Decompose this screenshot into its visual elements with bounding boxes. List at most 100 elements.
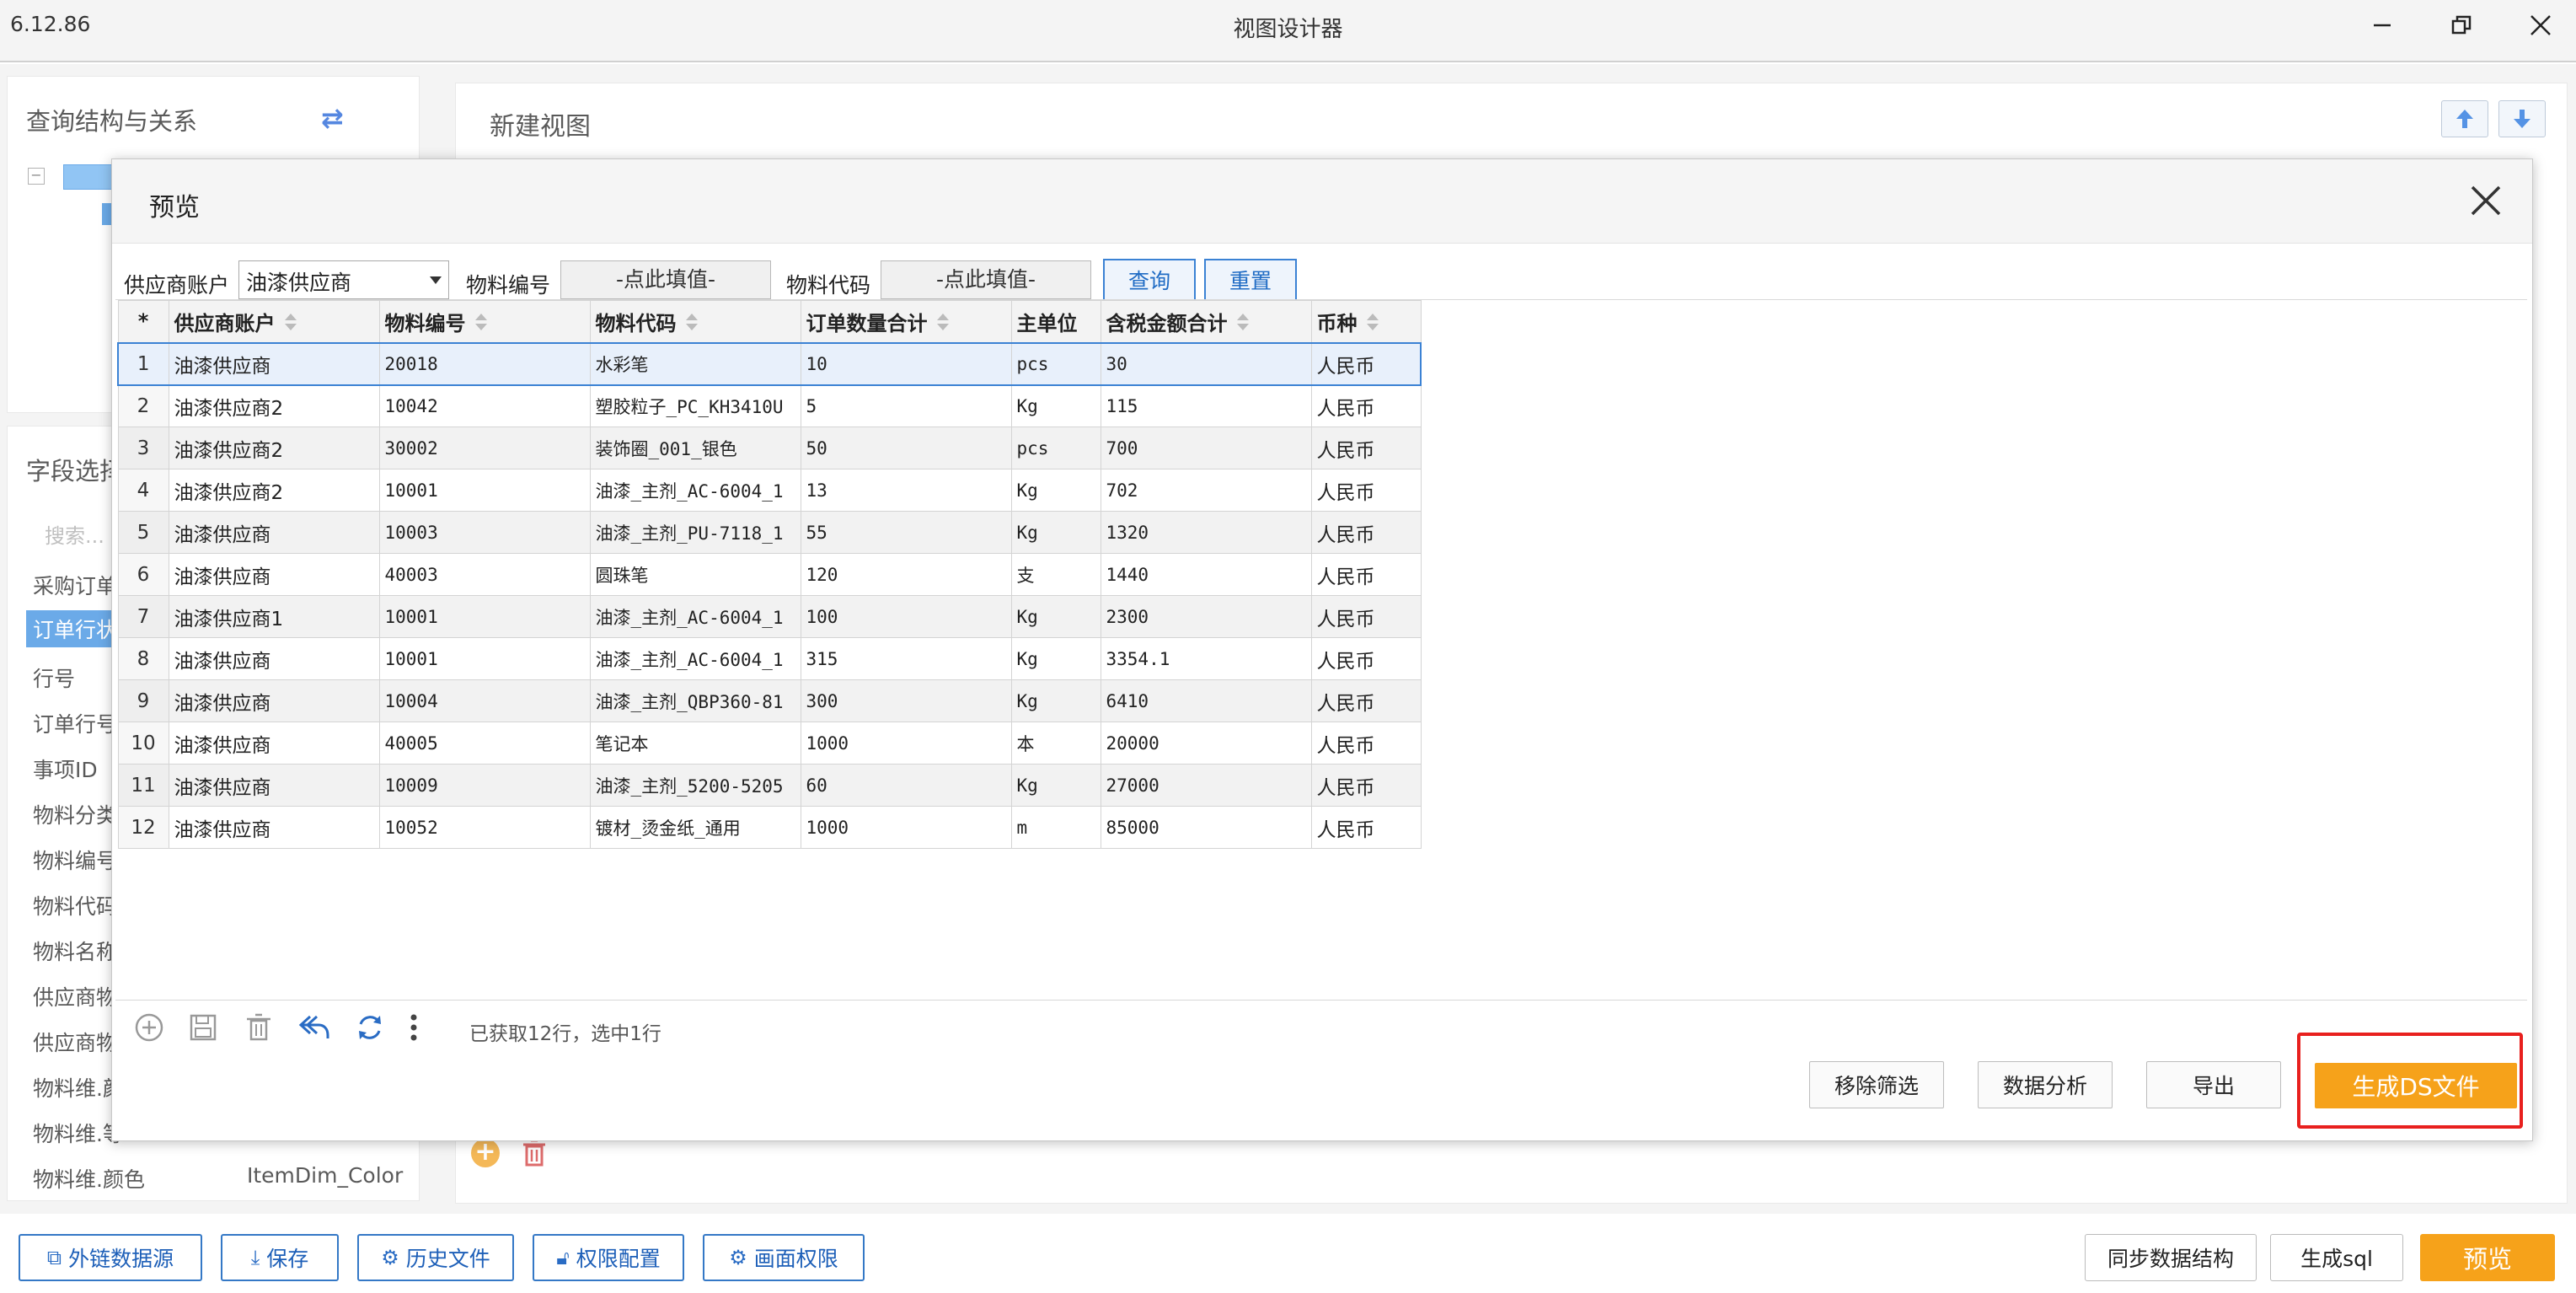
- table-cell[interactable]: m: [1010, 806, 1101, 849]
- table-cell[interactable]: 油漆供应商: [168, 511, 380, 554]
- table-cell[interactable]: 油漆_主剂_AC-6004_1: [589, 469, 801, 512]
- table-cell[interactable]: 油漆供应商: [168, 722, 380, 765]
- more-icon[interactable]: [402, 1011, 426, 1044]
- table-cell[interactable]: 10001: [378, 469, 591, 512]
- table-cell[interactable]: 10004: [378, 679, 591, 722]
- table-row[interactable]: 9 油漆供应商 10004 油漆_主剂_QBP360-81 300 Kg 6410 人民币: [117, 679, 1422, 722]
- table-cell[interactable]: 油漆_主剂_5200-5205: [589, 764, 801, 807]
- table-cell[interactable]: 1000: [800, 722, 1012, 765]
- row-index-cell[interactable]: 11: [117, 764, 169, 807]
- supplier-select[interactable]: 油漆供应商: [238, 260, 449, 299]
- sort-icon[interactable]: [936, 313, 950, 336]
- table-cell[interactable]: Kg: [1010, 764, 1101, 807]
- table-row[interactable]: 2 油漆供应商2 10042 塑胶粒子_PC_KH3410U 5 Kg 115 人民币: [117, 384, 1422, 427]
- table-cell[interactable]: 13: [800, 469, 1012, 512]
- table-cell[interactable]: Kg: [1010, 679, 1101, 722]
- undo-icon[interactable]: [297, 1011, 331, 1044]
- table-cell[interactable]: 100: [800, 595, 1012, 638]
- table-cell[interactable]: 10: [800, 341, 1012, 386]
- row-index-cell[interactable]: 8: [117, 637, 169, 680]
- table-row[interactable]: 10 油漆供应商 40005 笔记本 1000 本 20000 人民币: [117, 722, 1422, 765]
- column-header[interactable]: 物料编号: [378, 300, 591, 343]
- table-cell[interactable]: 702: [1100, 469, 1312, 512]
- table-cell[interactable]: Kg: [1010, 595, 1101, 638]
- table-cell[interactable]: 圆珠笔: [589, 553, 801, 596]
- table-cell[interactable]: 10003: [378, 511, 591, 554]
- permission-config-button[interactable]: 🔓︎ 权限配置: [533, 1234, 684, 1281]
- sort-icon[interactable]: [685, 313, 699, 336]
- table-row[interactable]: 5 油漆供应商 10003 油漆_主剂_PU-7118_1 55 Kg 1320 人民币: [117, 511, 1422, 554]
- table-cell[interactable]: 30: [1100, 341, 1312, 386]
- restore-button[interactable]: [2430, 0, 2493, 51]
- table-cell[interactable]: 10009: [378, 764, 591, 807]
- column-header[interactable]: 供应商账户: [168, 300, 380, 343]
- table-cell[interactable]: Kg: [1010, 384, 1101, 427]
- table-cell[interactable]: 人民币: [1310, 679, 1422, 722]
- column-header[interactable]: 订单数量合计: [800, 300, 1012, 343]
- table-cell[interactable]: 3354.1: [1100, 637, 1312, 680]
- screen-permission-button[interactable]: ⚙ 画面权限: [703, 1234, 865, 1281]
- row-index-cell[interactable]: 4: [117, 469, 169, 512]
- table-cell[interactable]: 人民币: [1310, 637, 1422, 680]
- table-cell[interactable]: 油漆供应商2: [168, 384, 380, 427]
- close-window-button[interactable]: [2509, 0, 2572, 51]
- table-cell[interactable]: 油漆_主剂_QBP360-81: [589, 679, 801, 722]
- table-cell[interactable]: 2300: [1100, 595, 1312, 638]
- table-cell[interactable]: Kg: [1010, 469, 1101, 512]
- table-cell[interactable]: 水彩笔: [589, 341, 801, 386]
- table-cell[interactable]: 笔记本: [589, 722, 801, 765]
- table-row[interactable]: 1 油漆供应商 20018 水彩笔 10 pcs 30 人民币: [117, 341, 1422, 386]
- table-cell[interactable]: 人民币: [1310, 384, 1422, 427]
- sync-structure-button[interactable]: 同步数据结构: [2085, 1234, 2257, 1281]
- table-cell[interactable]: 6410: [1100, 679, 1312, 722]
- query-button[interactable]: 查询: [1103, 259, 1196, 301]
- export-button[interactable]: 导出: [2146, 1061, 2281, 1108]
- table-cell[interactable]: 人民币: [1310, 511, 1422, 554]
- table-cell[interactable]: 本: [1010, 722, 1101, 765]
- table-row[interactable]: 3 油漆供应商2 30002 装饰圈_001_银色 50 pcs 700 人民币: [117, 427, 1422, 469]
- table-cell[interactable]: 30002: [378, 427, 591, 469]
- generate-sql-button[interactable]: 生成sql: [2270, 1234, 2403, 1281]
- table-cell[interactable]: 人民币: [1310, 427, 1422, 469]
- sort-icon[interactable]: [284, 313, 297, 336]
- table-cell[interactable]: 油漆_主剂_PU-7118_1: [589, 511, 801, 554]
- table-cell[interactable]: 315: [800, 637, 1012, 680]
- table-cell[interactable]: 装饰圈_001_银色: [589, 427, 801, 469]
- row-index-cell[interactable]: 7: [117, 595, 169, 638]
- table-cell[interactable]: 27000: [1100, 764, 1312, 807]
- table-cell[interactable]: 油漆供应商2: [168, 469, 380, 512]
- table-cell[interactable]: 10052: [378, 806, 591, 849]
- preview-button[interactable]: 预览: [2420, 1234, 2555, 1281]
- table-cell[interactable]: 镀材_烫金纸_通用: [589, 806, 801, 849]
- table-cell[interactable]: 40005: [378, 722, 591, 765]
- sort-icon[interactable]: [474, 313, 488, 336]
- row-index-cell[interactable]: 10: [117, 722, 169, 765]
- table-row[interactable]: 8 油漆供应商 10001 油漆_主剂_AC-6004_1 315 Kg 3354.1 人民币: [117, 637, 1422, 680]
- table-cell[interactable]: 人民币: [1310, 341, 1422, 386]
- table-row[interactable]: 12 油漆供应商 10052 镀材_烫金纸_通用 1000 m 85000 人民币: [117, 806, 1422, 849]
- column-header[interactable]: 含税金额合计: [1100, 300, 1312, 343]
- history-button[interactable]: ⚙ 历史文件: [357, 1234, 514, 1281]
- table-cell[interactable]: 油漆_主剂_AC-6004_1: [589, 595, 801, 638]
- table-cell[interactable]: 1440: [1100, 553, 1312, 596]
- data-analysis-button[interactable]: 数据分析: [1978, 1061, 2113, 1108]
- table-cell[interactable]: 10001: [378, 637, 591, 680]
- column-header[interactable]: 主单位: [1010, 300, 1101, 343]
- table-row[interactable]: 4 油漆供应商2 10001 油漆_主剂_AC-6004_1 13 Kg 702 人民币: [117, 469, 1422, 512]
- external-source-button[interactable]: ⧉ 外链数据源: [19, 1234, 202, 1281]
- material-code-input[interactable]: -点此填值-: [881, 260, 1091, 299]
- table-cell[interactable]: 40003: [378, 553, 591, 596]
- table-row[interactable]: 6 油漆供应商 40003 圆珠笔 120 支 1440 人民币: [117, 553, 1422, 596]
- row-index-cell[interactable]: 6: [117, 553, 169, 596]
- table-cell[interactable]: 油漆供应商2: [168, 427, 380, 469]
- reset-button[interactable]: 重置: [1204, 259, 1297, 301]
- table-cell[interactable]: Kg: [1010, 637, 1101, 680]
- row-index-cell[interactable]: 12: [117, 806, 169, 849]
- table-cell[interactable]: 300: [800, 679, 1012, 722]
- refresh-icon[interactable]: [353, 1011, 387, 1044]
- row-index-cell[interactable]: 5: [117, 511, 169, 554]
- delete-row-icon[interactable]: [242, 1011, 276, 1044]
- row-index-cell[interactable]: 3: [117, 427, 169, 469]
- remove-filter-button[interactable]: 移除筛选: [1809, 1061, 1944, 1108]
- table-cell[interactable]: 油漆供应商: [168, 806, 380, 849]
